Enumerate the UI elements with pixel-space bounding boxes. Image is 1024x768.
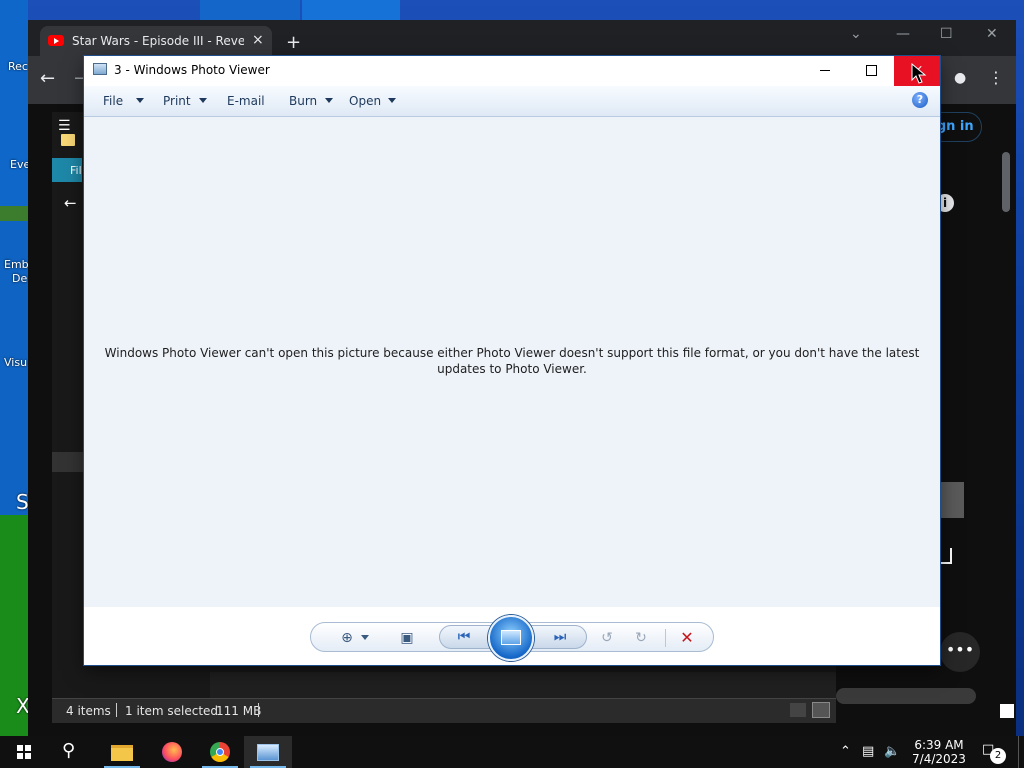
scrollbar-corner [1000, 704, 1014, 718]
scrollbar-thumb[interactable] [1002, 152, 1010, 212]
new-tab-button[interactable]: + [286, 34, 301, 52]
details-view-icon[interactable] [790, 703, 806, 717]
window-title: 3 - Windows Photo Viewer [114, 63, 270, 77]
desktop-label: Rec [8, 60, 28, 73]
next-icon[interactable]: ⏭ [550, 629, 570, 645]
chevron-down-icon[interactable] [325, 98, 333, 103]
back-arrow-icon[interactable]: ← [40, 68, 55, 89]
image-display-area: Windows Photo Viewer can't open this pic… [84, 117, 940, 607]
chevron-down-icon[interactable] [199, 98, 207, 103]
hamburger-icon[interactable]: ☰ [58, 118, 74, 134]
chrome-icon [210, 742, 230, 762]
video-thumbnail[interactable] [936, 482, 964, 518]
network-icon[interactable]: ▤ [862, 744, 874, 759]
taskbar-firefox[interactable] [148, 736, 196, 768]
clock-date: 7/4/2023 [912, 752, 966, 766]
help-icon[interactable]: ? [912, 92, 928, 108]
more-options-icon[interactable]: ••• [940, 632, 980, 672]
playback-controls-bar: ⊕ ▣ ⏮ ⏭ ↺ ↻ ✕ [84, 607, 940, 665]
divider [665, 629, 666, 647]
taskbar-clock[interactable]: 6:39 AM 7/4/2023 [904, 738, 974, 766]
email-button[interactable]: E-mail [227, 94, 265, 108]
photo-viewer-command-bar: File Print E-mail Burn Open ? [84, 86, 940, 117]
desktop-label: S [16, 490, 29, 514]
slideshow-button[interactable] [488, 615, 534, 661]
taskbar-chrome[interactable] [196, 736, 244, 768]
divider [258, 703, 259, 717]
zoom-icon[interactable]: ⊕ [337, 630, 357, 646]
back-arrow-icon[interactable]: ← [64, 194, 77, 212]
print-menu[interactable]: Print [163, 94, 191, 108]
desktop-tile [302, 0, 400, 20]
chrome-tab-strip: Star Wars - Episode III - Revenge × + ⌄ … [28, 20, 1016, 56]
nav-pane-selected-item[interactable] [52, 452, 84, 472]
close-icon[interactable]: ✕ [986, 26, 998, 42]
maximize-button[interactable] [848, 56, 894, 86]
start-button[interactable] [0, 736, 48, 768]
chevron-up-icon[interactable]: ⌃ [840, 744, 851, 759]
status-item-count: 4 items [66, 704, 111, 718]
open-menu[interactable]: Open [349, 94, 381, 108]
burn-menu[interactable]: Burn [289, 94, 317, 108]
notification-badge: 2 [990, 748, 1006, 764]
chrome-tab-title: Star Wars - Episode III - Revenge [72, 34, 244, 48]
desktop-label: De [12, 272, 28, 285]
kebab-menu-icon[interactable]: ⋮ [988, 68, 1004, 87]
show-desktop-button[interactable] [1018, 736, 1024, 768]
chrome-bottom-bar [836, 688, 976, 704]
volume-muted-icon[interactable]: 🔈 [884, 744, 900, 759]
taskbar-photo-viewer[interactable] [244, 736, 292, 768]
slideshow-icon [501, 630, 521, 645]
explorer-content-bottom [210, 672, 836, 698]
chevron-down-icon[interactable]: ⌄ [850, 26, 862, 42]
chrome-tab[interactable]: Star Wars - Episode III - Revenge × [40, 26, 272, 56]
previous-icon[interactable]: ⏮ [454, 629, 474, 645]
actual-size-icon[interactable]: ▣ [397, 630, 417, 646]
taskbar-file-explorer[interactable] [98, 736, 146, 768]
folder-icon [111, 745, 133, 761]
photo-viewer-icon [257, 744, 279, 761]
desktop-label: Emb [4, 258, 29, 271]
large-icons-view-icon[interactable] [812, 702, 830, 718]
chevron-down-icon[interactable] [136, 98, 144, 103]
folder-icon [61, 134, 75, 146]
explorer-status-bar: 4 items 1 item selected 111 MB [52, 698, 836, 723]
maximize-icon[interactable]: ☐ [940, 26, 953, 42]
search-button[interactable]: ⚲ [48, 736, 96, 768]
ribbon-file-tab[interactable]: Fil [52, 158, 82, 182]
file-menu[interactable]: File [103, 94, 123, 108]
close-icon[interactable]: × [252, 32, 264, 48]
photo-viewer-window[interactable]: 3 - Windows Photo Viewer File Print E-ma… [84, 56, 940, 665]
status-selected-size: 111 MB [216, 704, 262, 718]
minimize-button[interactable] [802, 56, 848, 86]
youtube-icon [48, 35, 64, 46]
profile-icon[interactable]: ● [954, 70, 970, 86]
desktop-label: Visu [4, 356, 28, 369]
delete-icon[interactable]: ✕ [677, 630, 697, 646]
clock-time: 6:39 AM [914, 738, 964, 752]
error-message: Windows Photo Viewer can't open this pic… [104, 346, 920, 376]
status-selected-count: 1 item selected [125, 704, 219, 718]
firefox-icon [162, 742, 182, 762]
rotate-right-icon[interactable]: ↻ [631, 630, 651, 646]
chevron-down-icon[interactable] [388, 98, 396, 103]
minimize-icon[interactable]: — [896, 26, 910, 42]
taskbar: ⚲ ⌃ ▤ 🔈 6:39 AM 7/4/2023 □ 2 [0, 736, 1024, 768]
photo-viewer-app-icon [93, 63, 107, 75]
windows-logo-icon [17, 745, 31, 759]
photo-viewer-title-bar[interactable]: 3 - Windows Photo Viewer [84, 56, 940, 86]
rotate-left-icon[interactable]: ↺ [597, 630, 617, 646]
desktop-tile [200, 0, 300, 20]
chevron-down-icon[interactable] [361, 635, 369, 640]
divider [116, 703, 117, 717]
search-icon: ⚲ [62, 740, 76, 761]
controls-pill: ⊕ ▣ ⏮ ⏭ ↺ ↻ ✕ [310, 615, 714, 661]
